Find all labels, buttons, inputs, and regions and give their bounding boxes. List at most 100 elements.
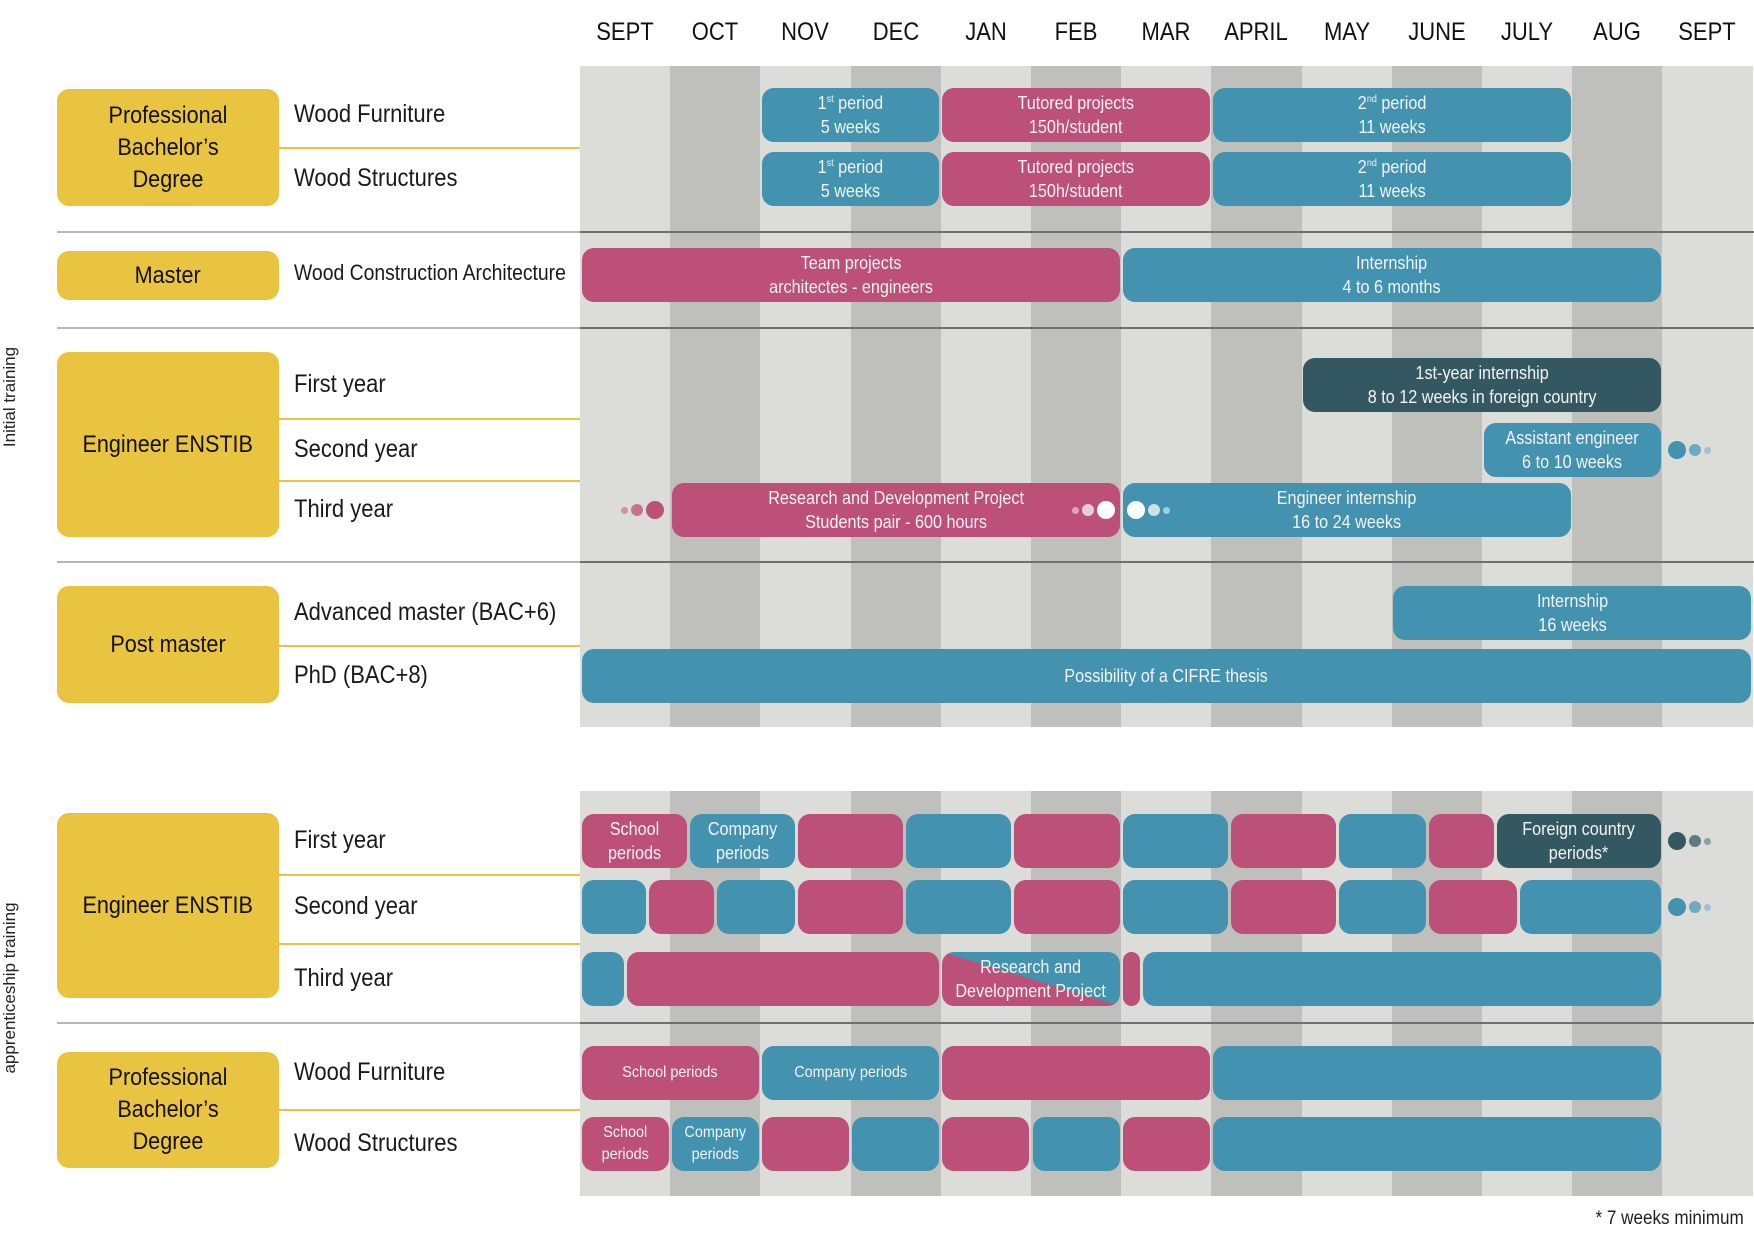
period-number: 2 [1357,157,1367,177]
period-title: 1st-year internship [1415,363,1549,383]
period-bar-darkteal[interactable]: 1st-year internship 8 to 12 weeks in fore… [1303,358,1661,412]
period-bar-blue[interactable]: Company periods [689,814,795,868]
program-label: Second year [294,435,418,463]
period-bar-blue[interactable]: Possibility of a CIFRE thesis [581,649,1752,703]
period-word: period [833,157,884,177]
period-title: Tutored projects [1017,93,1135,113]
period-bar-pink[interactable] [1429,880,1517,934]
program-label: First year [294,826,386,854]
period-bar-blue[interactable] [906,880,1012,934]
period-bar-pink[interactable] [1230,814,1337,868]
group-divider [57,327,580,329]
period-bar-pink[interactable] [797,814,904,868]
period-detail: 16 weeks [1537,615,1607,635]
month-column [580,66,671,727]
period-title: Internship [1536,591,1608,611]
period-bar-pink[interactable]: Tutored projects 150h/student [942,152,1210,206]
period-label: 1st period 5 weeks [818,155,884,203]
degree-name: Professional Bachelor’s Degree [108,101,228,193]
period-bar-blue[interactable]: Internship 16 weeks [1393,586,1752,640]
period-label: Foreign country periods* [1523,817,1636,865]
period-bar-blue[interactable]: 2nd period 11 weeks [1212,88,1571,142]
degree-name: Post master [110,630,226,658]
period-bar-pink[interactable] [797,880,904,934]
footnote: * 7 weeks minimum [1595,1208,1744,1229]
period-bar-blue[interactable] [906,814,1012,868]
period-bar-pink[interactable] [1014,814,1120,868]
period-bar-pink[interactable] [1122,1117,1210,1171]
period-bar-split[interactable]: Research and Development Project [942,952,1120,1006]
period-bar-pink[interactable] [942,1046,1210,1100]
period-bar-blue[interactable]: 1st period 5 weeks [761,152,940,206]
period-bar-pink[interactable]: Tutored projects 150h/student [942,88,1210,142]
period-bar-blue[interactable] [581,880,647,934]
period-bar-pink[interactable]: School periods [581,1117,669,1171]
period-label: Company periods [794,1062,907,1084]
period-label: Company periods [684,1122,746,1166]
period-bar-pink[interactable] [626,952,940,1006]
period-bar-blue[interactable] [1519,880,1661,934]
group-divider [580,231,1754,233]
row-divider [279,874,580,876]
period-bar-blue[interactable]: 1st period 5 weeks [761,88,940,142]
group-divider [580,1022,1754,1024]
period-bar-blue[interactable] [852,1117,940,1171]
period-detail: architectes - engineers [768,277,933,297]
month-header-dec: DEC [872,18,919,46]
group-divider [580,327,1754,329]
period-bar-pink[interactable] [1122,952,1140,1006]
period-number: 1 [817,157,827,177]
month-header-may: MAY [1323,18,1370,46]
period-bar-pink[interactable] [1230,880,1337,934]
period-bar-blue[interactable] [581,952,624,1006]
period-bar-darkteal[interactable]: Foreign country periods* [1497,814,1661,868]
degree-box: Post master [57,586,279,703]
period-label: Engineer internship 16 to 24 weeks [1277,486,1417,534]
period-bar-blue[interactable] [1212,1046,1661,1100]
period-label: Research and Development Project [956,955,1106,1003]
group-divider [57,1022,580,1024]
section-label: Initial training [0,346,19,448]
degree-name: Engineer ENSTIB [82,891,254,919]
period-detail: periods [691,1146,739,1163]
period-bar-pink[interactable] [942,1117,1030,1171]
period-bar-blue[interactable]: Internship 4 to 6 months [1122,248,1661,302]
ordinal-suffix: nd [1366,158,1377,169]
period-bar-blue[interactable]: Company periods [671,1117,759,1171]
period-detail: 11 weeks [1358,181,1426,201]
period-bar-blue[interactable] [1122,814,1228,868]
period-title: School periods [622,1064,718,1081]
period-word: period [1376,93,1427,113]
group-divider [57,561,580,563]
period-bar-blue[interactable]: Assistant engineer 6 to 10 weeks [1483,423,1661,477]
period-bar-pink[interactable] [1429,814,1495,868]
period-label: 1st-year internship 8 to 12 weeks in fore… [1368,361,1597,409]
period-word: period [833,93,884,113]
period-detail: Development Project [955,981,1107,1001]
period-detail: 4 to 6 months [1342,277,1441,297]
period-bar-pink[interactable] [1014,880,1120,934]
period-bar-blue[interactable] [1142,952,1661,1006]
month-header-feb: FEB [1054,18,1098,46]
period-bar-blue[interactable] [1032,1117,1120,1171]
period-bar-pink[interactable]: School periods [581,814,687,868]
period-bar-blue[interactable]: 2nd period 11 weeks [1212,152,1571,206]
period-bar-blue[interactable]: Engineer internship 16 to 24 weeks [1122,483,1571,537]
period-bar-pink[interactable]: School periods [581,1046,759,1100]
period-bar-blue[interactable]: Company periods [761,1046,940,1100]
period-bar-blue[interactable] [1122,880,1228,934]
period-bar-pink[interactable]: Research and Development Project Students… [671,483,1120,537]
period-title: Company [707,819,778,839]
period-bar-blue[interactable] [1212,1117,1661,1171]
period-bar-blue[interactable] [716,880,795,934]
period-bar-blue[interactable] [1339,880,1427,934]
degree-box: Professional Bachelor’s Degree [57,89,279,206]
period-title: School [609,819,659,839]
period-bar-pink[interactable]: Team projects architectes - engineers [581,248,1120,302]
period-bar-pink[interactable] [761,1117,850,1171]
period-bar-blue[interactable] [1339,814,1427,868]
period-detail: 16 to 24 weeks [1292,512,1402,532]
program-label: Third year [294,964,394,992]
period-label: Internship 4 to 6 months [1343,251,1441,299]
period-bar-pink[interactable] [649,880,714,934]
